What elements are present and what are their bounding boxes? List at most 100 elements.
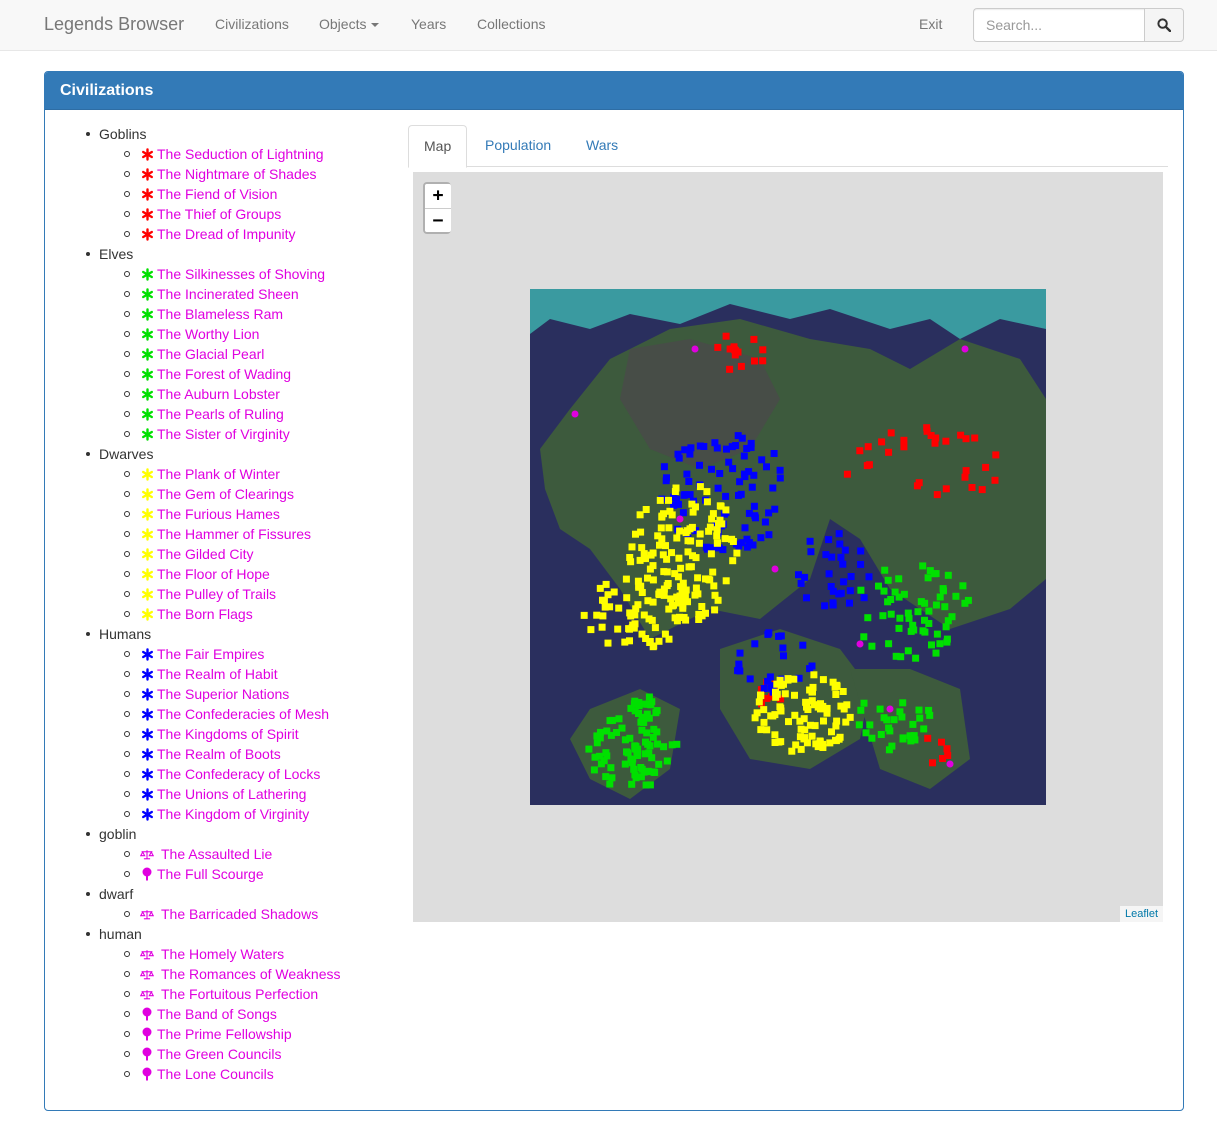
civilization-link[interactable]: The Green Councils [157,1046,282,1062]
nav-objects-dropdown[interactable]: Objects [319,16,380,32]
asterisk-icon [140,807,154,821]
asterisk-icon [140,347,154,361]
civilization-link[interactable]: The Homely Waters [161,946,284,962]
circle-bullet-icon [124,711,130,717]
asterisk-icon [140,487,154,501]
group-name: human [99,926,142,942]
civilization-link[interactable]: The Pearls of Ruling [157,406,284,422]
tab-population[interactable]: Population [470,125,566,167]
civilization-link[interactable]: The Incinerated Sheen [157,286,299,302]
circle-bullet-icon [124,151,130,157]
panel-heading: Civilizations [45,72,1183,110]
civilization-link[interactable]: The Nightmare of Shades [157,166,317,182]
civilization-link[interactable]: The Confederacy of Locks [157,766,320,782]
civilization-link[interactable]: The Born Flags [157,606,253,622]
civilization-link[interactable]: The Gem of Clearings [157,486,294,502]
civilization-link[interactable]: The Lone Councils [157,1066,274,1082]
civilization-link[interactable]: The Worthy Lion [157,326,259,342]
civilization-link[interactable]: The Gilded City [157,546,253,562]
nav-years[interactable]: Years [411,16,446,32]
tree-icon [140,1047,154,1061]
tab-wars[interactable]: Wars [571,125,633,167]
panel-title: Civilizations [60,82,154,99]
leaflet-link[interactable]: Leaflet [1125,908,1158,920]
civilization-link[interactable]: The Furious Hames [157,506,280,522]
civilization-link[interactable]: The Pulley of Trails [157,586,276,602]
asterisk-icon [140,527,154,541]
circle-bullet-icon [124,211,130,217]
circle-bullet-icon [124,511,130,517]
zoom-out-button[interactable]: − [425,208,451,232]
civilization-link[interactable]: The Dread of Impunity [157,226,296,242]
asterisk-icon [140,767,154,781]
circle-bullet-icon [124,231,130,237]
civilization-link[interactable]: The Plank of Winter [157,466,280,482]
nav-collections[interactable]: Collections [477,16,545,32]
circle-bullet-icon [124,731,130,737]
civilization-link[interactable]: The Fiend of Vision [157,186,277,202]
civilization-link[interactable]: The Sister of Virginity [157,426,290,442]
circle-bullet-icon [124,591,130,597]
bullet-icon [86,832,90,836]
civilization-link[interactable]: The Realm of Habit [157,666,278,682]
civilization-link[interactable]: The Full Scourge [157,866,264,882]
circle-bullet-icon [124,411,130,417]
search-input[interactable] [973,8,1145,42]
group-name: Dwarves [99,446,154,462]
asterisk-icon [140,427,154,441]
civilization-link[interactable]: The Realm of Boots [157,746,281,762]
circle-bullet-icon [124,751,130,757]
scale-icon [140,947,154,961]
tab-map[interactable]: Map [408,125,468,168]
search-button[interactable] [1144,8,1184,42]
civilization-link[interactable]: The Thief of Groups [157,206,281,222]
asterisk-icon [140,167,154,181]
circle-bullet-icon [124,371,130,377]
civilization-link[interactable]: The Kingdoms of Spirit [157,726,299,742]
nav-objects-label: Objects [319,16,367,32]
circle-bullet-icon [124,911,130,917]
bullet-icon [86,932,90,936]
nav-exit[interactable]: Exit [919,16,942,32]
civilization-link[interactable]: The Fair Empires [157,646,264,662]
civilization-link[interactable]: The Forest of Wading [157,366,291,382]
tab-bar: Map Population Wars [408,125,1168,168]
group-name: dwarf [99,886,134,902]
civilization-link[interactable]: The Assaulted Lie [161,846,272,862]
circle-bullet-icon [124,951,130,957]
circle-bullet-icon [124,271,130,277]
zoom-in-button[interactable]: + [425,184,451,208]
brand-link[interactable]: Legends Browser [44,14,184,35]
asterisk-icon [140,407,154,421]
circle-bullet-icon [124,671,130,677]
world-map[interactable]: + − Leaflet [413,172,1163,922]
circle-bullet-icon [124,331,130,337]
civilization-link[interactable]: The Superior Nations [157,686,289,702]
civilization-link[interactable]: The Romances of Weakness [161,966,341,982]
civilization-link[interactable]: The Blameless Ram [157,306,283,322]
civilization-link[interactable]: The Prime Fellowship [157,1026,292,1042]
civilization-link[interactable]: The Seduction of Lightning [157,146,324,162]
circle-bullet-icon [124,491,130,497]
civilization-link[interactable]: The Auburn Lobster [157,386,280,402]
scale-icon [140,967,154,981]
civilization-link[interactable]: The Floor of Hope [157,566,270,582]
civilization-link[interactable]: The Kingdom of Virginity [157,806,309,822]
circle-bullet-icon [124,1031,130,1037]
civilization-link[interactable]: The Band of Songs [157,1006,277,1022]
circle-bullet-icon [124,991,130,997]
civilization-link[interactable]: The Fortuitous Perfection [161,986,318,1002]
civilization-link[interactable]: The Confederacies of Mesh [157,706,329,722]
civilization-link[interactable]: The Glacial Pearl [157,346,264,362]
civilization-link[interactable]: The Barricaded Shadows [161,906,318,922]
tree-icon [140,1007,154,1021]
civilization-link[interactable]: The Silkinesses of Shoving [157,266,325,282]
circle-bullet-icon [124,1071,130,1077]
bullet-icon [86,892,90,896]
civilization-link[interactable]: The Hammer of Fissures [157,526,311,542]
civilization-link[interactable]: The Unions of Lathering [157,786,306,802]
nav-civilizations[interactable]: Civilizations [215,16,289,32]
asterisk-icon [140,227,154,241]
circle-bullet-icon [124,171,130,177]
circle-bullet-icon [124,351,130,357]
